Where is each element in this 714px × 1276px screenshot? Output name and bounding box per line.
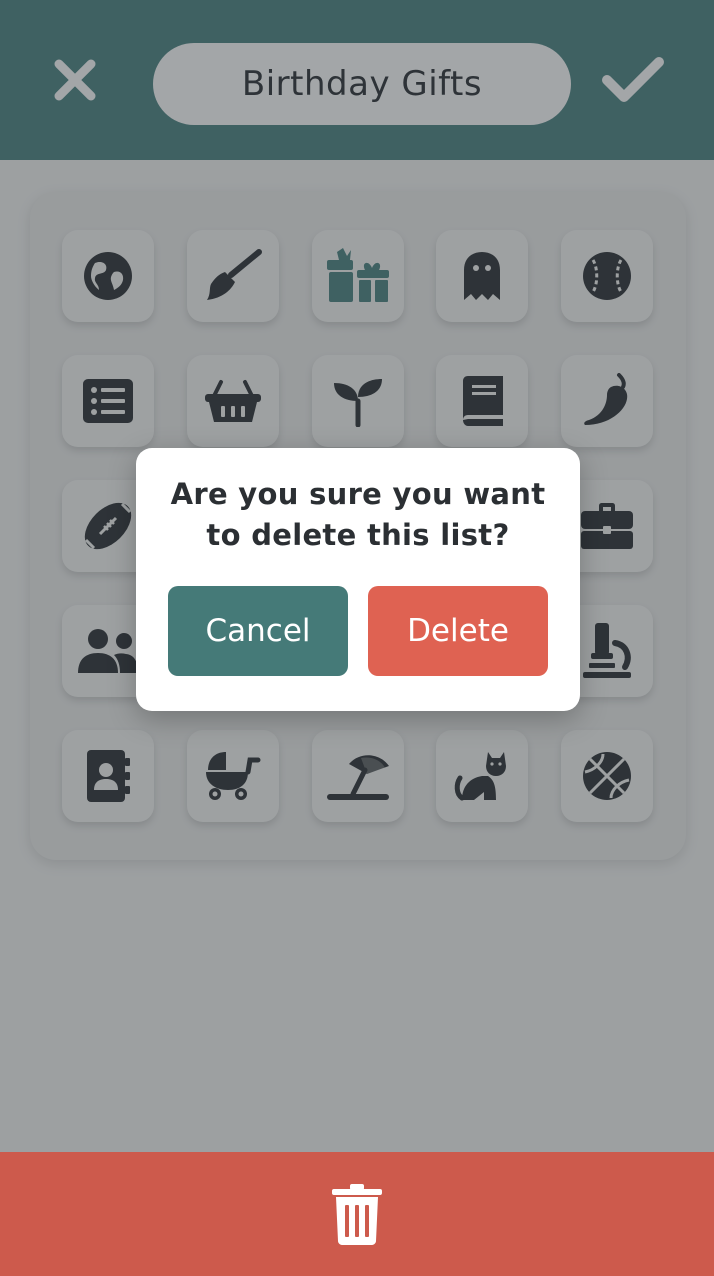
delete-button[interactable]: Delete [368, 586, 548, 676]
cancel-button[interactable]: Cancel [168, 586, 348, 676]
delete-list-button[interactable] [317, 1178, 397, 1250]
confirm-delete-dialog: Are you sure you want to delete this lis… [136, 448, 580, 711]
delete-button-label: Delete [407, 613, 509, 649]
dialog-message: Are you sure you want to delete this lis… [170, 477, 546, 552]
trash-icon [332, 1184, 382, 1245]
delete-bar [0, 1152, 714, 1276]
cancel-button-label: Cancel [205, 613, 311, 649]
